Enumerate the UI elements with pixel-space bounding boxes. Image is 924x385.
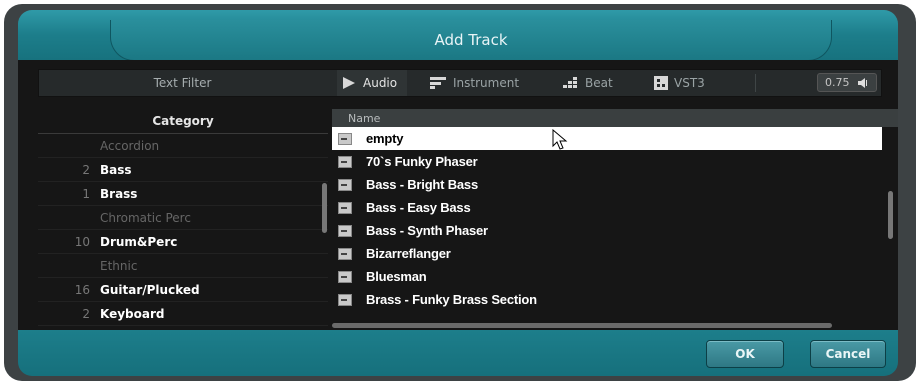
dialog-title: Add Track — [110, 20, 832, 61]
category-label: Chromatic Perc — [100, 210, 191, 225]
track-name: Bluesman — [366, 269, 427, 284]
category-count: 2 — [82, 306, 90, 321]
category-count: 16 — [74, 282, 90, 297]
audio-track-icon — [338, 178, 352, 191]
tab-vst3[interactable]: VST3 — [653, 70, 705, 96]
category-item[interactable]: 2 Keyboard — [38, 302, 328, 326]
audio-track-icon — [338, 270, 352, 283]
category-label: Brass — [100, 186, 138, 201]
tab-instrument-label: Instrument — [453, 76, 520, 90]
track-list-item[interactable]: 70`s Funky Phaser — [332, 150, 898, 173]
track-name: Bass - Synth Phaser — [366, 223, 488, 238]
category-item[interactable]: 2 Bass — [38, 158, 328, 182]
track-list-item[interactable]: Bizarreflanger — [332, 242, 898, 265]
category-label: Ethnic — [100, 258, 138, 273]
track-name: Bass - Easy Bass — [366, 200, 471, 215]
track-name: Bizarreflanger — [366, 246, 451, 261]
beat-icon — [563, 77, 577, 88]
category-item[interactable]: Accordion — [38, 134, 328, 158]
category-label: Bass — [100, 162, 132, 177]
track-list: empty 70`s Funky Phaser Bass - Bright Bass… — [332, 127, 898, 311]
category-label: Drum&Perc — [100, 234, 178, 249]
category-label: Keyboard — [100, 306, 165, 321]
category-count: 1 — [82, 186, 90, 201]
name-column-header[interactable]: Name — [332, 109, 898, 127]
toolbar: Text Filter Audio Instrument Beat VST3 0… — [38, 69, 882, 97]
tab-audio-label: Audio — [363, 76, 398, 90]
category-scrollbar[interactable] — [322, 183, 327, 233]
instrument-icon — [430, 77, 446, 89]
text-filter-input[interactable]: Text Filter — [39, 70, 326, 96]
tab-audio[interactable]: Audio — [337, 70, 407, 96]
track-list-horizontal-scrollbar[interactable] — [332, 323, 832, 328]
track-list-item[interactable]: Bass - Easy Bass — [332, 196, 898, 219]
volume-control[interactable]: 0.75 — [817, 73, 877, 92]
category-list: Accordion 2 Bass 1 Brass Chromatic Perc 10 Drum… — [38, 134, 328, 350]
track-list-panel: Name empty 70`s Funky Phaser Bass - Bright… — [332, 109, 898, 331]
category-item[interactable]: Chromatic Perc — [38, 206, 328, 230]
audio-track-icon — [338, 201, 352, 214]
mouse-cursor-icon — [552, 129, 568, 150]
category-item[interactable]: 10 Drum&Perc — [38, 230, 328, 254]
track-list-item[interactable]: empty — [332, 127, 882, 150]
tab-beat-label: Beat — [585, 76, 613, 90]
volume-value: 0.75 — [825, 76, 850, 89]
tab-beat[interactable]: Beat — [561, 70, 613, 96]
cancel-button[interactable]: Cancel — [810, 340, 886, 368]
category-label: Guitar/Plucked — [100, 282, 200, 297]
tab-instrument[interactable]: Instrument — [429, 70, 519, 96]
audio-track-icon — [338, 132, 352, 145]
category-count: 2 — [82, 162, 90, 177]
track-list-item[interactable]: Bluesman — [332, 265, 898, 288]
track-list-item[interactable]: Bass - Synth Phaser — [332, 219, 898, 242]
track-list-item[interactable]: Bass - Bright Bass — [332, 173, 898, 196]
category-item[interactable]: 1 Brass — [38, 182, 328, 206]
title-bar: Add Track — [18, 10, 898, 64]
track-name: 70`s Funky Phaser — [366, 154, 478, 169]
category-panel: Category Accordion 2 Bass 1 Brass Chromatic P… — [38, 109, 328, 350]
play-icon — [343, 77, 355, 89]
ok-button[interactable]: OK — [706, 340, 784, 368]
track-list-item[interactable]: Brass - Funky Brass Section — [332, 288, 898, 311]
category-item[interactable]: Ethnic — [38, 254, 328, 278]
speaker-icon — [858, 77, 867, 88]
category-header: Category — [38, 109, 328, 134]
audio-track-icon — [338, 155, 352, 168]
track-name: empty — [366, 131, 404, 146]
dialog-footer: OK Cancel — [18, 330, 898, 376]
track-name: Bass - Bright Bass — [366, 177, 478, 192]
vst3-icon — [654, 76, 668, 90]
category-item[interactable]: 16 Guitar/Plucked — [38, 278, 328, 302]
add-track-dialog: Add Track Text Filter Audio Instrument B… — [4, 4, 916, 381]
tab-vst3-label: VST3 — [674, 76, 705, 90]
audio-track-icon — [338, 293, 352, 306]
category-label: Accordion — [100, 138, 160, 153]
audio-track-icon — [338, 224, 352, 237]
audio-track-icon — [338, 247, 352, 260]
toolbar-divider — [755, 74, 756, 92]
dialog-body: Text Filter Audio Instrument Beat VST3 0… — [18, 60, 898, 350]
category-count: 10 — [74, 234, 90, 249]
track-name: Brass - Funky Brass Section — [366, 292, 537, 307]
track-list-vertical-scrollbar[interactable] — [888, 191, 893, 239]
